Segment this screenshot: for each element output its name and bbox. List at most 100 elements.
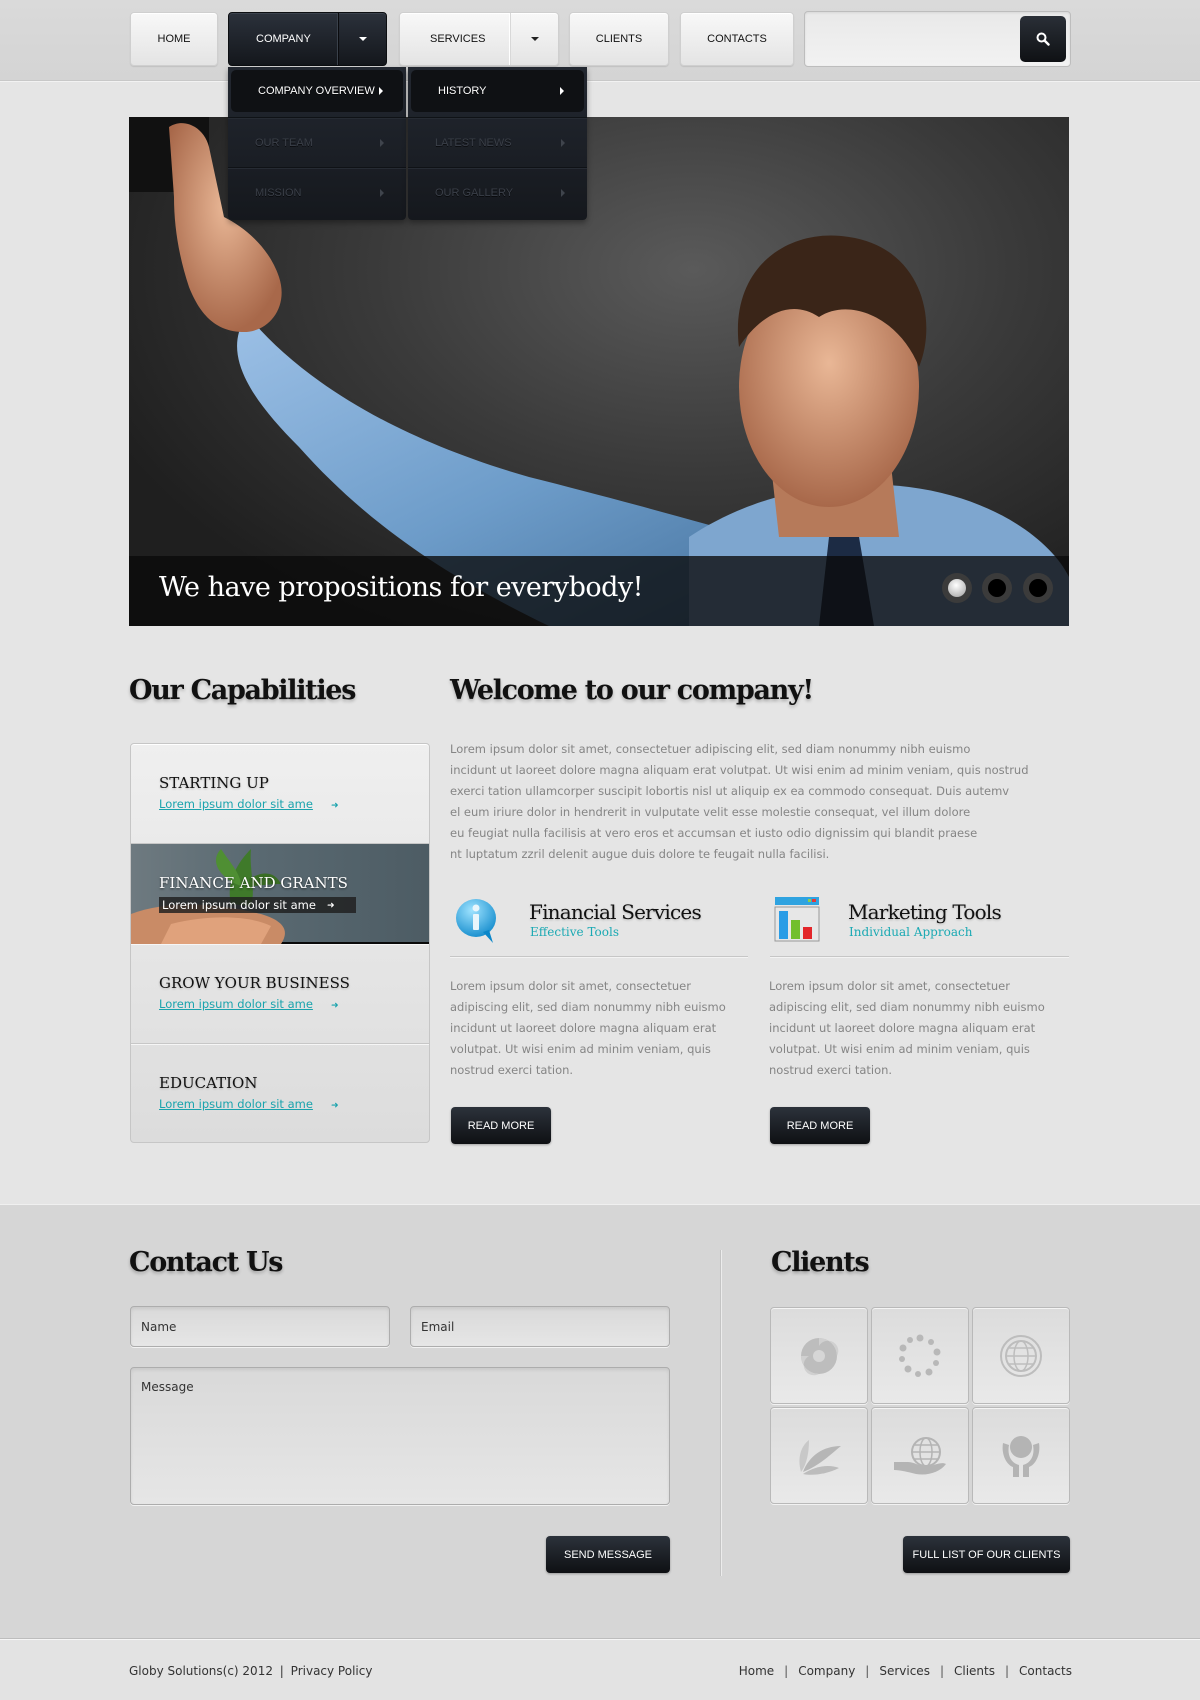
client-logo-tile[interactable] (871, 1407, 969, 1504)
swirl-logo-icon (801, 1337, 839, 1375)
capability-item[interactable]: GROW YOUR BUSINESS Lorem ipsum dolor sit… (131, 944, 429, 1044)
hero-caption: We have propositions for everybody! (159, 572, 644, 603)
slider-dot-1[interactable] (942, 573, 972, 603)
paragraph-line: nt luptatum zzril delenit augue duis dol… (450, 847, 830, 861)
welcome-heading: Welcome to our company! (450, 675, 814, 706)
submenu-item-our-gallery[interactable]: OUR GALLERY (408, 167, 587, 217)
text-line: adipiscing elit, sed diam nonummy nibh e… (450, 1000, 726, 1014)
footer-copyright: Globy Solutions(c) 2012 | Privacy Policy (129, 1664, 372, 1678)
slider-dot-indicator (988, 579, 1006, 597)
full-clients-list-button[interactable]: FULL LIST OF OUR CLIENTS (903, 1536, 1070, 1573)
nav-company-label: COMPANY (256, 33, 311, 45)
footer-link-services[interactable]: Services (879, 1664, 930, 1678)
capability-title: EDUCATION (159, 1074, 258, 1092)
footer-link-home[interactable]: Home (739, 1664, 774, 1678)
nav-clients[interactable]: CLIENTS (569, 12, 669, 66)
text-line: incidunt ut laoreet dolore magna aliquam… (450, 1021, 717, 1035)
submenu-item-label: OUR TEAM (255, 136, 313, 149)
separator: | (939, 1664, 944, 1678)
feature-title: Marketing Tools (848, 900, 1002, 924)
footer-link-clients[interactable]: Clients (954, 1664, 995, 1678)
company-overview-submenu: HISTORY LATEST NEWS OUR GALLERY (408, 67, 587, 220)
globe-circle-logo-icon (1000, 1334, 1042, 1377)
slider-dot-3[interactable] (1023, 573, 1053, 603)
divider (450, 956, 748, 957)
search-button[interactable] (1020, 16, 1066, 62)
dotted-ring-logo-icon (899, 1334, 941, 1377)
privacy-policy-link[interactable]: Privacy Policy (291, 1664, 373, 1678)
search-input[interactable] (811, 18, 1011, 60)
client-logo-tile[interactable] (972, 1407, 1070, 1504)
nav-services-dropdown-toggle[interactable] (510, 13, 558, 65)
nav-company[interactable]: COMPANY (228, 12, 387, 66)
text-line: nostrud exerci tation. (450, 1063, 574, 1077)
feature-subtitle: Effective Tools (530, 925, 619, 939)
capability-item[interactable]: STARTING UP Lorem ipsum dolor sit ame ➜ (131, 744, 429, 844)
capability-item[interactable]: EDUCATION Lorem ipsum dolor sit ame ➜ (131, 1044, 429, 1142)
text-line: adipiscing elit, sed diam nonummy nibh e… (769, 1000, 1045, 1014)
capability-item-featured[interactable]: FINANCE AND GRANTS Lorem ipsum dolor sit… (131, 844, 429, 944)
arrow-right-icon: ➜ (331, 801, 339, 811)
divider (770, 956, 1069, 957)
paragraph-line: exerci tation ullamcorper suscipit lobor… (450, 784, 1010, 798)
client-logo-tile[interactable] (770, 1407, 868, 1504)
submenu-item-mission[interactable]: MISSION (228, 167, 406, 217)
footer-link-company[interactable]: Company (798, 1664, 855, 1678)
separator: | (279, 1664, 284, 1678)
nav-services-label: SERVICES (430, 33, 486, 45)
paragraph-line: eu feugiat nulla facilisis at vero eros … (450, 826, 978, 840)
feature-text: Lorem ipsum dolor sit amet, consectetuer… (769, 976, 1069, 1081)
capability-link[interactable]: Lorem ipsum dolor sit ame (159, 797, 313, 811)
email-field[interactable] (410, 1306, 670, 1347)
capability-link[interactable]: Lorem ipsum dolor sit ame (159, 997, 313, 1011)
nav-services[interactable]: SERVICES (399, 12, 559, 66)
nav-home-label: HOME (157, 33, 191, 45)
chevron-right-icon (560, 87, 564, 95)
copyright-text: Globy Solutions(c) 2012 (129, 1664, 273, 1678)
capabilities-list: STARTING UP Lorem ipsum dolor sit ame ➜ … (130, 743, 430, 1143)
text-line: volutpat. Ut wisi enim ad minim veniam, … (769, 1042, 1030, 1056)
message-field[interactable] (130, 1367, 670, 1505)
footer-link-contacts[interactable]: Contacts (1019, 1664, 1072, 1678)
company-submenu: COMPANY OVERVIEW OUR TEAM MISSION (228, 67, 406, 220)
nav-company-dropdown-toggle[interactable] (338, 13, 386, 65)
section-divider (720, 1250, 721, 1576)
read-more-button[interactable]: READ MORE (770, 1107, 870, 1144)
hand-globe-logo-icon (894, 1436, 946, 1475)
name-field[interactable] (130, 1306, 390, 1347)
chevron-right-icon (379, 87, 383, 95)
text-line: incidunt ut laoreet dolore magna aliquam… (769, 1021, 1036, 1035)
capability-title: GROW YOUR BUSINESS (159, 974, 350, 992)
slider-dot-indicator (948, 579, 966, 597)
submenu-item-company-overview[interactable]: COMPANY OVERVIEW (231, 70, 403, 112)
slider-dot-2[interactable] (982, 573, 1012, 603)
capability-link[interactable]: Lorem ipsum dolor sit ame (159, 1097, 313, 1111)
arrow-right-icon: ➜ (331, 1101, 339, 1111)
leaf-logo-icon (799, 1439, 841, 1475)
submenu-item-latest-news[interactable]: LATEST NEWS (408, 117, 587, 167)
chevron-down-icon (358, 37, 367, 41)
client-logo-tile[interactable] (871, 1307, 969, 1404)
submenu-item-history[interactable]: HISTORY (411, 70, 584, 112)
capabilities-heading: Our Capabilities (129, 675, 356, 706)
nav-contacts[interactable]: CONTACTS (680, 12, 794, 66)
clients-heading: Clients (771, 1247, 870, 1278)
capability-title: FINANCE AND GRANTS (159, 874, 348, 892)
submenu-item-label: HISTORY (438, 85, 487, 97)
chevron-right-icon (561, 188, 565, 197)
client-logo-tile[interactable] (770, 1307, 868, 1404)
capability-title: STARTING UP (159, 774, 269, 792)
search-icon (1036, 32, 1050, 46)
submenu-item-label: OUR GALLERY (435, 186, 514, 199)
read-more-button[interactable]: READ MORE (451, 1107, 551, 1144)
contact-heading: Contact Us (129, 1247, 283, 1278)
welcome-paragraph: Lorem ipsum dolor sit amet, consectetuer… (450, 739, 1070, 865)
nav-contacts-label: CONTACTS (707, 33, 767, 45)
hands-sphere-logo-icon (1002, 1435, 1040, 1477)
submenu-item-our-team[interactable]: OUR TEAM (228, 117, 406, 167)
client-logo-tile[interactable] (972, 1307, 1070, 1404)
feature-text: Lorem ipsum dolor sit amet, consectetuer… (450, 976, 750, 1081)
send-message-button[interactable]: SEND MESSAGE (546, 1536, 670, 1573)
separator: | (784, 1664, 789, 1678)
nav-home[interactable]: HOME (130, 12, 218, 66)
